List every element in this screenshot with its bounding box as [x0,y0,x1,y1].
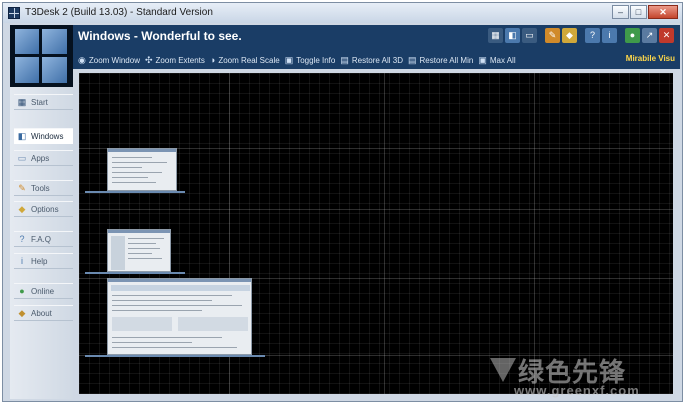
sidebar-item-about[interactable]: ◆ About [14,305,73,321]
title-bar[interactable]: T3Desk 2 (Build 13.03) - Standard Versio… [3,3,682,23]
restore-all-3d-button[interactable]: ▤ Restore All 3D [340,55,403,66]
max-all-icon: ▣ [478,54,487,65]
sidebar-item-label: Help [31,256,48,266]
windows-3d-canvas[interactable] [79,73,673,394]
caption-buttons: – □ ✕ [611,5,678,20]
sidebar-item-label: About [31,308,52,318]
sidebar-item-label: F.A.Q [31,234,52,244]
sidebar-item-windows[interactable]: ◧ Windows [14,128,73,144]
windows-logo [10,25,73,87]
close-button[interactable]: ✕ [648,5,678,19]
watermark-logo-icon [490,358,516,382]
restore-all-3d-icon: ▤ [340,54,349,65]
layout-icon[interactable]: ▦ [488,28,503,43]
zoom-extents-button[interactable]: ✣ Zoom Extents [145,55,205,66]
online-icon: ● [19,286,25,296]
about-icon: ◆ [18,308,26,318]
window-title: T3Desk 2 (Build 13.03) - Standard Versio… [25,7,213,18]
zoom-real-scale-label: Zoom Real Scale [218,55,280,65]
windows-icon: ◧ [17,131,27,141]
toggle-info-icon: ▣ [284,54,294,65]
zoom-extents-label: Zoom Extents [155,55,205,65]
max-all-label: Max All [489,55,516,65]
sidebar-item-faq[interactable]: ? F.A.Q [14,231,73,247]
sidebar-item-label: Options [31,204,59,214]
restore-all-3d-label: Restore All 3D [351,55,403,65]
sidebar-item-help[interactable]: i Help [14,253,73,269]
max-all-button[interactable]: ▣ Max All [478,55,515,66]
view-toolbar: ◉ Zoom Window ✣ Zoom Extents ◑ Zoom Real Scal… [73,52,680,68]
sidebar-item-online[interactable]: ● Online [14,283,73,299]
toggle-info-button[interactable]: ▣ Toggle Info [285,55,336,66]
apps-icon: ▭ [17,153,27,163]
app-icon [8,7,20,19]
minimize-button[interactable]: – [612,5,629,19]
watermark: 绿色先锋 www.greenxf.com [490,352,684,402]
sidebar-item-label: Apps [31,153,50,163]
brand-label: Mirabile Visu [625,54,675,63]
sidebar-item-label: Windows [31,131,64,141]
zoom-real-scale-button[interactable]: ◑ Zoom Real Scale [210,55,280,65]
toggle-info-label: Toggle Info [296,55,336,65]
options-icon[interactable]: ◆ [562,28,577,43]
header: Windows - Wonderful to see. ▦ ◧ ▭ ✎ ◆? i ● ↗ ✕ ◉… [73,25,680,69]
sidebar-item-options[interactable]: ◆ Options [14,201,73,217]
windows-view-icon[interactable]: ◧ [505,28,520,43]
watermark-url: www.greenxf.com [514,383,640,398]
tools-icon: ✎ [18,183,26,193]
zoom-window-icon: ◉ [78,54,86,65]
window-thumbnail[interactable] [107,278,252,355]
sidebar-item-label: Tools [31,183,50,193]
online-icon[interactable]: ● [625,28,640,43]
sidebar-item-label: Start [31,97,48,107]
header-icon-bar: ▦ ◧ ▭ ✎ ◆? i ● ↗ ✕ [486,28,674,43]
window-thumbnail[interactable] [107,229,171,272]
zoom-real-scale-icon: ◑ [209,55,216,65]
page-title: Windows - Wonderful to see. [78,29,242,43]
zoom-extents-icon: ✣ [144,54,153,65]
sidebar: ▦ Start ◧ Windows ▭ Apps ✎ Tools ◆ Options? F.A.Q i… [10,87,73,399]
wrench-icon[interactable]: ✎ [545,28,560,43]
restore-all-min-label: Restore All Min [419,55,474,65]
faq-icon: ? [19,234,25,244]
exit-icon[interactable]: ✕ [659,28,674,43]
help-icon: i [21,256,23,266]
start-icon: ▦ [17,97,27,107]
restore-all-min-icon: ▤ [408,54,417,65]
sidebar-item-start[interactable]: ▦ Start [14,94,73,110]
sidebar-item-label: Online [31,286,55,296]
sidebar-item-apps[interactable]: ▭ Apps [14,150,73,166]
window-thumbnail[interactable] [107,148,177,191]
options-icon: ◆ [18,204,26,214]
pin-icon[interactable]: ↗ [642,28,657,43]
zoom-window-button[interactable]: ◉ Zoom Window [78,55,140,66]
help-icon[interactable]: ? [585,28,600,43]
restore-all-min-button[interactable]: ▤ Restore All Min [408,55,473,66]
maximize-button[interactable]: □ [630,5,647,19]
app-window: T3Desk 2 (Build 13.03) - Standard Versio… [2,2,683,402]
zoom-window-label: Zoom Window [88,55,140,65]
screen-icon[interactable]: ▭ [522,28,537,43]
sidebar-item-tools[interactable]: ✎ Tools [14,180,73,196]
info-icon[interactable]: i [602,28,617,43]
